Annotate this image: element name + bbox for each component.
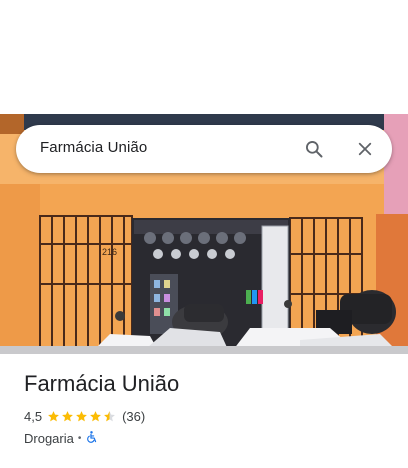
star-icon	[48, 410, 59, 421]
category-row: Drogaria •	[24, 429, 394, 447]
map-top-area	[0, 0, 408, 114]
rating-row[interactable]: 4,5 (36)	[24, 407, 394, 425]
search-icon[interactable]	[302, 137, 326, 161]
star-icon	[62, 410, 73, 421]
wheelchair-icon	[85, 430, 98, 447]
place-info: Farmácia União 4,5 (36) Drogaria •	[24, 370, 394, 447]
star-rating	[47, 410, 117, 423]
maps-place-view: 216 Farmácia União Farmácia União 4,5 (3…	[0, 0, 408, 468]
search-input[interactable]: Farmácia União	[40, 139, 147, 156]
separator-dot: •	[77, 432, 82, 444]
star-icon	[104, 410, 115, 421]
close-icon[interactable]	[353, 137, 377, 161]
review-count[interactable]: (36)	[122, 409, 145, 424]
rating-value: 4,5	[24, 408, 43, 424]
shop-number: 216	[102, 247, 117, 257]
place-category: Drogaria	[24, 430, 74, 446]
star-icon	[90, 410, 101, 421]
star-icon	[76, 410, 87, 421]
place-title[interactable]: Farmácia União	[24, 370, 394, 398]
search-bar[interactable]: Farmácia União	[16, 125, 392, 173]
